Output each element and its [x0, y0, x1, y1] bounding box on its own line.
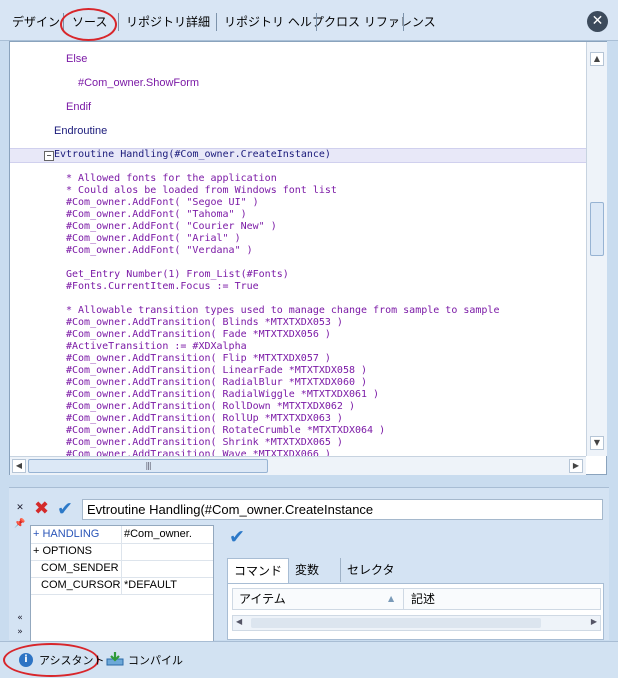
close-icon[interactable]: ✕: [587, 11, 608, 32]
expand-right-icon[interactable]: »: [13, 626, 27, 638]
param-name: + HANDLING: [33, 528, 100, 540]
tab-design[interactable]: デザイン: [8, 12, 64, 32]
grid-horizontal-scrollbar[interactable]: ◀ ▶: [232, 615, 601, 631]
param-value[interactable]: #Com_owner.: [124, 528, 192, 540]
column-divider: [121, 543, 122, 560]
tab-divider: [216, 13, 217, 31]
close-icon[interactable]: ✕: [13, 502, 27, 514]
column-divider: [121, 577, 122, 594]
code-line[interactable]: Get_Entry Number(1) From_List(#Fonts): [66, 269, 289, 281]
code-line[interactable]: #Fonts.CurrentItem.Focus := True: [66, 281, 259, 293]
tab-divider: [403, 13, 404, 31]
column-divider: [121, 560, 122, 577]
tab-divider: [316, 13, 317, 31]
code-line[interactable]: #ActiveTransition := #XDXalpha: [66, 341, 247, 353]
column-divider: [403, 589, 404, 609]
editor-tab-bar: デザイン ソース リポジトリ詳細 リポジトリ ヘルプ クロス リファレンス ✕: [0, 0, 618, 41]
code-line[interactable]: #Com_owner.ShowForm: [78, 77, 199, 89]
param-name: + OPTIONS: [33, 545, 92, 557]
code-line[interactable]: #Com_owner.AddTransition( Fade *MTXTXDX0…: [66, 329, 331, 341]
param-value[interactable]: *DEFAULT: [124, 579, 177, 591]
tab-commands[interactable]: コマンド: [227, 558, 290, 583]
command-grid[interactable]: アイテム ▲ 記述 ◀ ▶: [227, 583, 604, 640]
vertical-scrollbar[interactable]: ▲ ▼: [586, 42, 607, 456]
code-line[interactable]: #Com_owner.AddFont( "Courier New" ): [66, 221, 277, 233]
tab-cross-reference[interactable]: クロス リファレンス: [320, 12, 440, 32]
tab-variables[interactable]: 変数: [289, 558, 325, 582]
bottom-toolbar: i アシスタント コンパイル: [0, 641, 618, 678]
compile-icon: [106, 652, 124, 666]
code-line[interactable]: * Allowed fonts for the application: [66, 173, 277, 185]
horizontal-scroll-thumb[interactable]: |||: [28, 459, 268, 473]
code-line[interactable]: * Allowable transition types used to man…: [66, 305, 499, 317]
code-line[interactable]: Evtroutine Handling(#Com_owner.CreateIns…: [54, 149, 331, 161]
assistant-subtabs: コマンド 変数 セレクタ: [227, 558, 607, 583]
cancel-icon[interactable]: ✖: [34, 500, 52, 518]
code-area[interactable]: − Else #Com_owner.ShowForm Endif Endroutine…: [10, 42, 586, 456]
param-row[interactable]: + HANDLING #Com_owner.: [31, 526, 213, 544]
code-line[interactable]: #Com_owner.AddTransition( RotateCrumble …: [66, 425, 385, 437]
tab-selector[interactable]: セレクタ: [340, 558, 401, 582]
assistant-side-toolbar: ✕ 📌 « »: [13, 502, 29, 638]
code-line[interactable]: #Com_owner.AddTransition( Wave *MTXTXDX0…: [66, 449, 331, 456]
code-line[interactable]: Endroutine: [54, 125, 107, 137]
vertical-scroll-thumb[interactable]: [590, 202, 604, 256]
code-line[interactable]: #Com_owner.AddTransition( Blinds *MTXTXD…: [66, 317, 343, 329]
column-divider: [121, 526, 122, 543]
code-line[interactable]: Endif: [66, 101, 91, 113]
pin-icon[interactable]: 📌: [13, 518, 27, 530]
code-line[interactable]: #Com_owner.AddTransition( RollUp *MTXTXD…: [66, 413, 343, 425]
compile-button[interactable]: コンパイル: [128, 652, 183, 668]
tab-repository-help[interactable]: リポジトリ ヘルプ: [220, 12, 328, 32]
code-line[interactable]: #Com_owner.AddFont( "Tahoma" ): [66, 209, 247, 221]
code-line[interactable]: #Com_owner.AddTransition( Flip *MTXTXDX0…: [66, 353, 331, 365]
param-row[interactable]: COM_CURSOR *DEFAULT: [31, 577, 213, 595]
column-header-item[interactable]: アイテム: [239, 589, 286, 609]
apply-check-icon[interactable]: ✔: [229, 526, 245, 548]
confirm-icon[interactable]: ✔: [57, 499, 77, 519]
scroll-left-icon[interactable]: ◀: [236, 617, 242, 626]
info-icon: i: [19, 653, 33, 667]
code-line[interactable]: #Com_owner.AddTransition( RollDown *MTXT…: [66, 401, 355, 413]
collapse-icon[interactable]: −: [44, 151, 54, 161]
column-header-description[interactable]: 記述: [411, 589, 435, 609]
code-line[interactable]: #Com_owner.AddTransition( Shrink *MTXTXD…: [66, 437, 343, 449]
code-line[interactable]: #Com_owner.AddFont( "Verdana" ): [66, 245, 253, 257]
grid-scroll-thumb[interactable]: [251, 618, 541, 628]
code-line[interactable]: Else: [66, 53, 87, 65]
code-line[interactable]: #Com_owner.AddFont( "Arial" ): [66, 233, 241, 245]
assistant-panel: ✕ 📌 « » ✖ ✔ Evtroutine Handling(#Com_own…: [9, 487, 609, 642]
scroll-right-icon[interactable]: ▶: [569, 459, 583, 473]
code-line[interactable]: #Com_owner.AddTransition( RadialBlur *MT…: [66, 377, 367, 389]
param-row[interactable]: COM_SENDER: [31, 560, 213, 578]
code-line[interactable]: * Could alos be loaded from Windows font…: [66, 185, 337, 197]
tab-divider: [118, 13, 119, 31]
command-input[interactable]: Evtroutine Handling(#Com_owner.CreateIns…: [82, 499, 603, 520]
scroll-up-icon[interactable]: ▲: [590, 52, 604, 66]
scroll-left-icon[interactable]: ◀: [12, 459, 26, 473]
param-row[interactable]: + OPTIONS: [31, 543, 213, 561]
tab-repository-details[interactable]: リポジトリ詳細: [122, 12, 214, 32]
parameter-list[interactable]: + HANDLING #Com_owner. + OPTIONS COM_SEN…: [30, 525, 214, 642]
code-line[interactable]: #Com_owner.AddTransition( LinearFade *MT…: [66, 365, 367, 377]
sort-ascending-icon[interactable]: ▲: [388, 589, 394, 609]
scroll-down-icon[interactable]: ▼: [590, 436, 604, 450]
source-tab-highlight-ring: [60, 8, 117, 41]
code-line[interactable]: #Com_owner.AddTransition( RadialWiggle *…: [66, 389, 379, 401]
grid-header: アイテム ▲ 記述: [232, 588, 601, 610]
collapse-left-icon[interactable]: «: [13, 612, 27, 624]
scroll-right-icon[interactable]: ▶: [591, 617, 597, 626]
param-name: COM_CURSOR: [41, 579, 121, 591]
assistant-button[interactable]: アシスタント: [39, 652, 105, 668]
code-line[interactable]: #Com_owner.AddFont( "Segoe UI" ): [66, 197, 259, 209]
horizontal-scrollbar[interactable]: ◀ ||| ▶: [10, 456, 586, 475]
param-name: COM_SENDER: [41, 562, 119, 574]
source-editor[interactable]: − Else #Com_owner.ShowForm Endif Endroutine…: [9, 41, 607, 475]
